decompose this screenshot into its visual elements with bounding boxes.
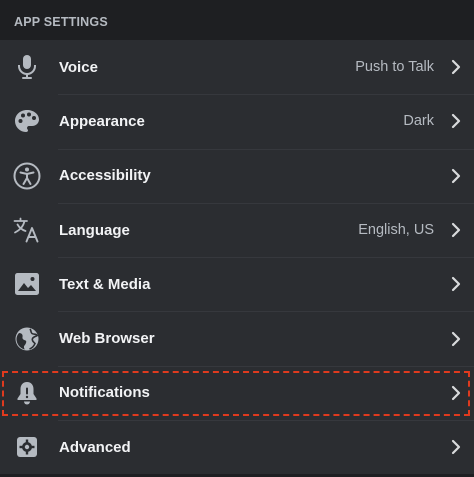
accessibility-icon [13, 162, 41, 190]
settings-item-label: Language [59, 221, 130, 239]
settings-item-label: Text & Media [59, 275, 151, 293]
settings-item-appearance[interactable]: Appearance Dark [0, 94, 474, 148]
section-header: APP SETTINGS [14, 15, 108, 29]
palette-icon [13, 107, 41, 135]
chevron-right-icon [448, 439, 464, 455]
bell-icon [13, 379, 41, 407]
settings-item-web-browser[interactable]: Web Browser [0, 311, 474, 365]
settings-item-value: English, US [358, 222, 434, 239]
gear-icon [13, 433, 41, 461]
settings-item-label: Notifications [59, 384, 150, 402]
settings-item-voice[interactable]: Voice Push to Talk [0, 40, 474, 94]
settings-item-language[interactable]: Language English, US [0, 202, 474, 257]
chevron-right-icon [448, 385, 464, 401]
settings-item-advanced[interactable]: Advanced [0, 420, 474, 474]
settings-item-label: Advanced [59, 438, 131, 456]
settings-item-text-media[interactable]: Text & Media [0, 257, 474, 311]
image-icon [13, 270, 41, 298]
chevron-right-icon [448, 331, 464, 347]
globe-icon [13, 325, 41, 353]
chevron-right-icon [448, 168, 464, 184]
settings-item-label: Web Browser [59, 330, 155, 348]
settings-item-label: Accessibility [59, 167, 151, 185]
settings-item-value: Push to Talk [355, 59, 434, 76]
app-settings-screen: APP SETTINGS Voice Push to Talk Appearan… [0, 0, 474, 477]
settings-item-accessibility[interactable]: Accessibility [0, 148, 474, 203]
microphone-icon [13, 53, 41, 81]
settings-item-notifications[interactable]: Notifications [0, 365, 474, 420]
translate-icon [13, 216, 41, 244]
chevron-right-icon [448, 113, 464, 129]
settings-item-label: Appearance [59, 112, 145, 130]
settings-item-value: Dark [403, 113, 434, 130]
chevron-right-icon [448, 222, 464, 238]
settings-item-label: Voice [59, 58, 98, 76]
settings-list: Voice Push to Talk Appearance Dark Acces… [0, 40, 474, 475]
chevron-right-icon [448, 59, 464, 75]
chevron-right-icon [448, 276, 464, 292]
